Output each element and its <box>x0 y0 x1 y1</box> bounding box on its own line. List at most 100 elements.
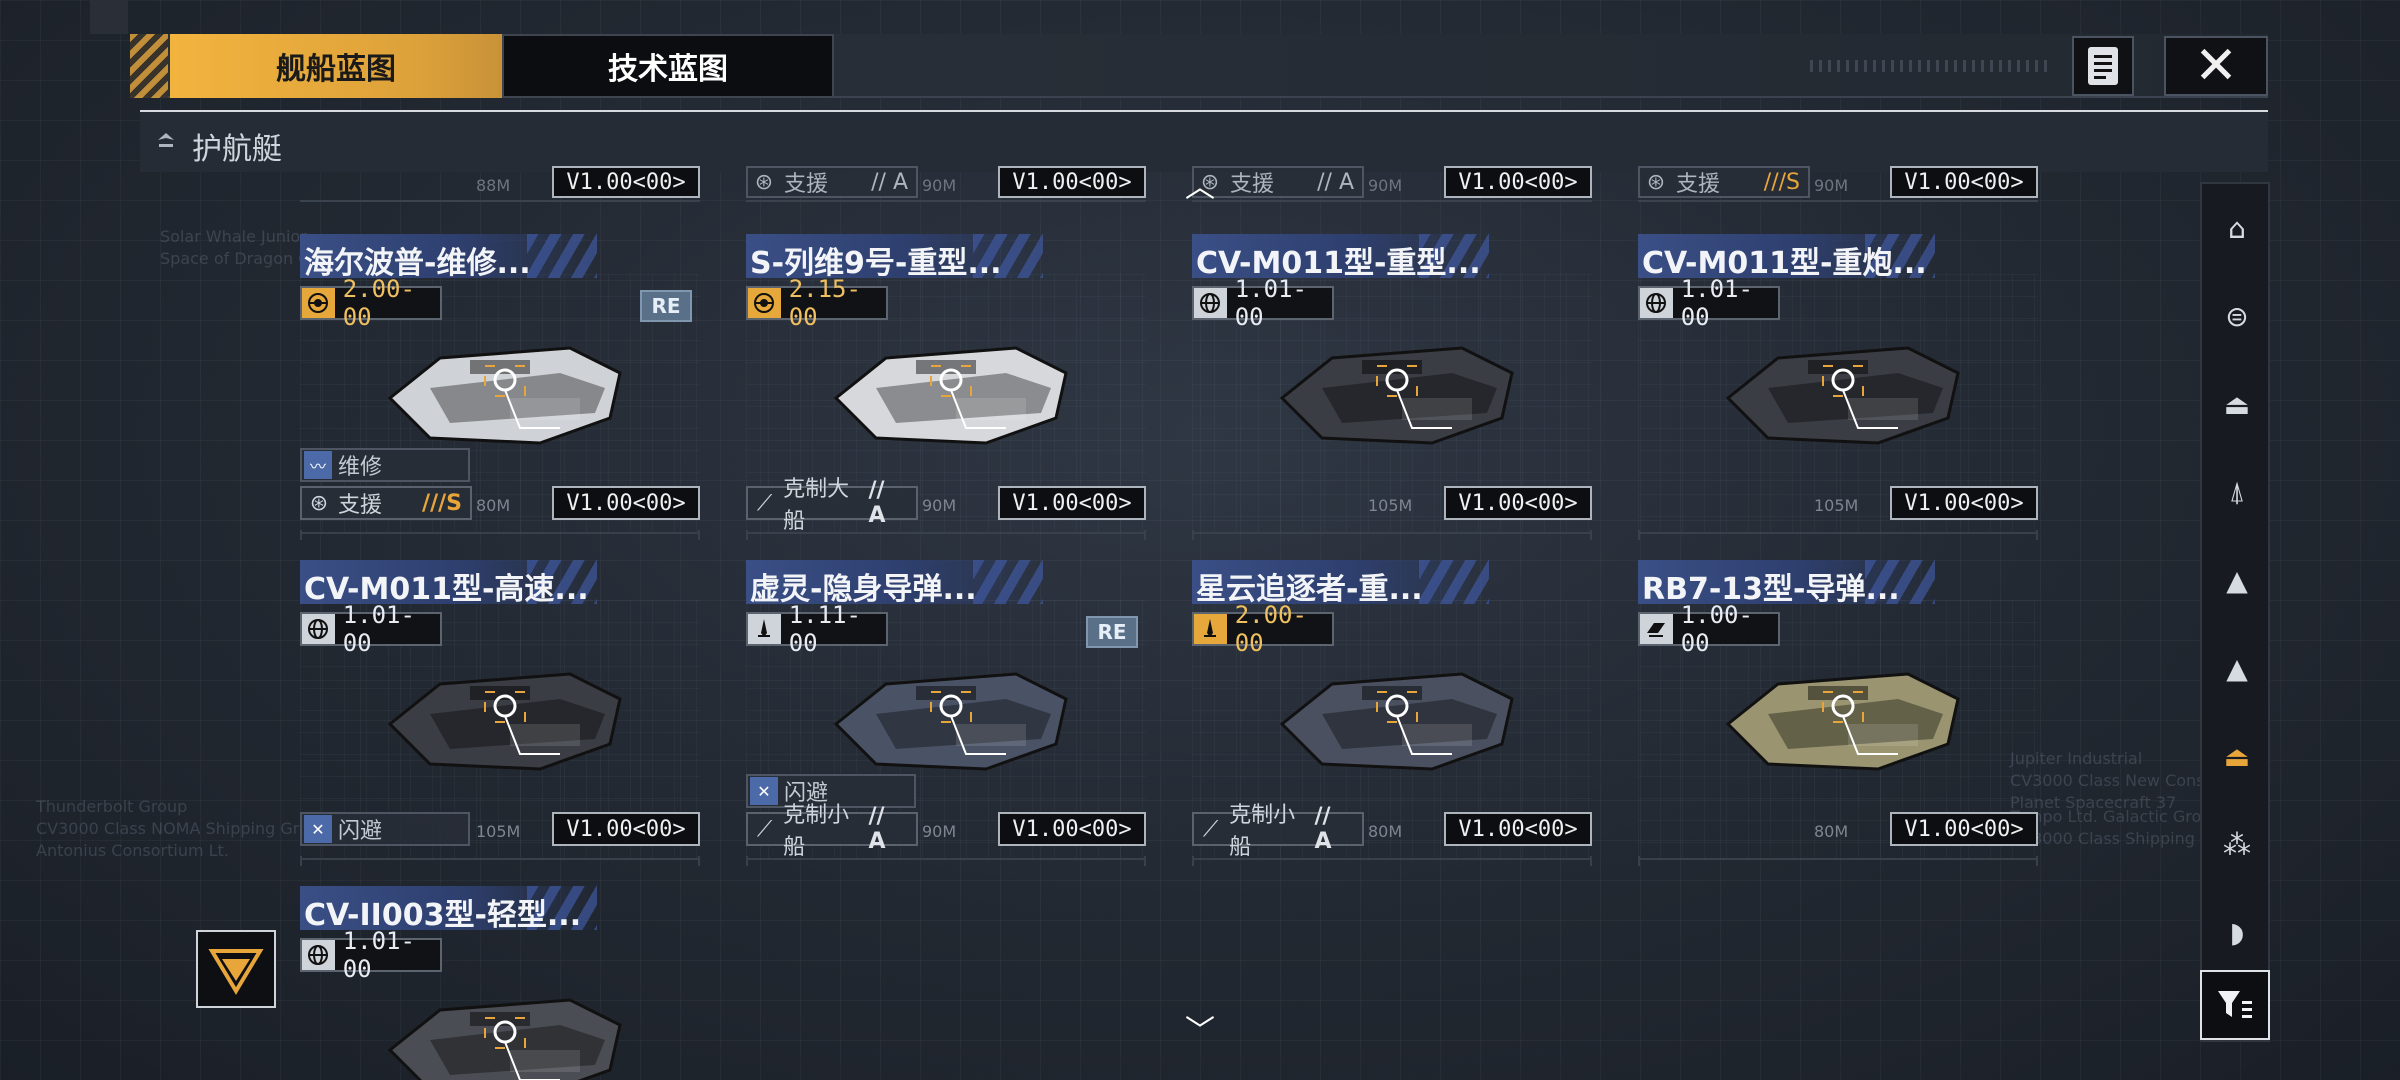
ship-length: 90M <box>922 496 957 515</box>
globe-gear-icon <box>748 288 781 318</box>
ship-name: 虚灵-隐身导弹... <box>750 572 977 607</box>
ship-length: 105M <box>476 822 521 841</box>
section-title: 护航艇 <box>192 132 282 167</box>
re-badge: RE <box>1086 616 1138 648</box>
deploy-cost: 2.00-00 <box>1192 601 1334 657</box>
corvette-icon[interactable]: ▲ <box>2215 558 2259 602</box>
decorative-ticks <box>1810 60 2050 72</box>
special-tag: ✕ 闪避 <box>300 812 470 846</box>
ship-model-image[interactable] <box>370 970 640 1080</box>
evade-icon: ✕ <box>304 815 332 843</box>
role-grade: // A <box>1314 804 1332 854</box>
top-bar: 舰船蓝图 技术蓝图 ✕ <box>130 34 2268 98</box>
ship-card[interactable]: S-列维9号-重型... 2.15-00 ⟋ 克制大船 // A 90M V1.0… <box>746 234 1146 540</box>
section-header: 护航艇 <box>140 110 2268 172</box>
filter-button[interactable] <box>2200 970 2270 1040</box>
role-grade: // A <box>871 169 908 195</box>
version-label: V1.00<00> <box>1890 166 2038 198</box>
ship-name: 海尔波普-维修... <box>304 246 531 281</box>
counter-large-icon: ⟋ <box>756 490 773 516</box>
ship-model-image[interactable] <box>370 644 640 794</box>
escort-icon <box>158 133 174 147</box>
scroll-up-icon[interactable]: ︿ <box>1182 173 1218 203</box>
deco-text: Thunderbolt Group CV3000 Class NOMA Ship… <box>36 797 329 860</box>
deploy-cost: 1.11-00 <box>746 601 888 657</box>
corner-mark <box>90 0 128 34</box>
version-label: V1.00<00> <box>552 166 700 198</box>
ship-model-image[interactable] <box>370 318 640 468</box>
tab-tech-blueprint[interactable]: 技术蓝图 <box>502 34 834 98</box>
escort-active-icon[interactable]: ⏏ <box>2215 734 2259 778</box>
ship-card[interactable]: RB7-13型-导弹... 1.00-00 80M V1.00<00> <box>1638 560 2038 866</box>
version-label: V1.00<00> <box>552 486 700 520</box>
triangle-emblem-icon <box>208 949 264 995</box>
version-label: V1.00<00> <box>1890 486 2038 520</box>
document-icon <box>2088 47 2118 85</box>
ship-model-image[interactable] <box>816 644 1086 794</box>
role-grade: ///S <box>1763 169 1800 195</box>
globe-icon <box>1640 288 1673 318</box>
ship-name: RB7-13型-导弹... <box>1642 572 1900 607</box>
ship-length: 90M <box>922 822 957 841</box>
ship-card[interactable]: CV-M011型-重炮... 1.01-00 105M V1.00<00> <box>1638 234 2038 540</box>
ship-card[interactable]: CV-M011型-高速... 1.01-00 ✕ 闪避 105M V1.00<00… <box>300 560 700 866</box>
ship-model-image[interactable] <box>1708 644 1978 794</box>
globe-icon <box>302 940 335 970</box>
fighter-group-icon[interactable]: ⁂ <box>2215 822 2259 866</box>
version-label: V1.00<00> <box>1444 486 1592 520</box>
ship-card[interactable]: CV-II003型-轻型... 1.01-00 <box>300 886 700 1080</box>
ship-name: CV-M011型-高速... <box>304 572 589 607</box>
version-label: V1.00<00> <box>1444 812 1592 846</box>
version-label: V1.00<00> <box>998 166 1146 198</box>
version-label: V1.00<00> <box>552 812 700 846</box>
role-grade: // A <box>868 478 886 528</box>
special-tag: 〰 维修 <box>300 448 470 482</box>
scroll-down-icon[interactable]: ﹀ <box>1182 1017 1218 1047</box>
hazard-stripe <box>130 34 168 98</box>
deploy-cost: 1.01-00 <box>1638 275 1780 331</box>
role-tag: ⊛ 支援 ///S <box>300 486 472 520</box>
role-label: 支援 <box>1676 172 1721 197</box>
support-icon: ⊛ <box>1646 169 1666 195</box>
faction-badge-button[interactable] <box>196 930 276 1008</box>
close-button[interactable]: ✕ <box>2164 36 2268 96</box>
counter-small-icon: ⟋ <box>756 816 773 842</box>
destroyer-icon[interactable]: ⏏ <box>2215 382 2259 426</box>
ship-model-image[interactable] <box>1708 318 1978 468</box>
ship-length: 88M <box>476 176 511 195</box>
deploy-cost: 2.15-00 <box>746 275 888 331</box>
ship-model-image[interactable] <box>1262 644 1532 794</box>
wing-icon <box>1640 614 1673 644</box>
version-label: V1.00<00> <box>998 486 1146 520</box>
ship-length: 105M <box>1814 496 1859 515</box>
role-grade: // A <box>1317 169 1354 195</box>
carrier-icon[interactable]: ⌂ <box>2215 206 2259 250</box>
dome-icon[interactable]: ◗ <box>2215 910 2259 954</box>
version-label: V1.00<00> <box>1890 812 2038 846</box>
notes-button[interactable] <box>2072 36 2134 96</box>
ship-length: 80M <box>1814 822 1849 841</box>
ship-card[interactable]: CV-M011型-重型... 1.01-00 105M V1.00<00> <box>1192 234 1592 540</box>
ship-card[interactable]: 虚灵-隐身导弹... 1.11-00 RE ✕ 闪避 ⟋ 克制小船 // A 9… <box>746 560 1146 866</box>
role-tag: ⟋ 克制小船 // A <box>746 803 918 860</box>
ship-type-filter-rail: ⌂ ⊜ ⏏ ⍋ ▲ ▲ ⏏ ⁂ ◗ <box>2200 182 2270 1042</box>
role-grade: ///S <box>422 490 462 516</box>
tab-ship-blueprint[interactable]: 舰船蓝图 <box>170 34 502 98</box>
ship-model-image[interactable] <box>816 318 1086 468</box>
cruiser-icon[interactable]: ⊜ <box>2215 294 2259 338</box>
deploy-cost: 1.01-00 <box>300 927 442 983</box>
partial-card-footer: ⊛ 支援 // A 90M V1.00<00> <box>746 166 1146 202</box>
support-icon: ⊛ <box>309 490 329 516</box>
escort-icon[interactable]: ▲ <box>2215 646 2259 690</box>
support-icon: ⊛ <box>754 169 774 195</box>
frigate-icon[interactable]: ⍋ <box>2215 470 2259 514</box>
repair-icon: 〰 <box>304 451 332 479</box>
ship-model-image[interactable] <box>1262 318 1532 468</box>
ship-name: CV-M011型-重型... <box>1196 246 1481 281</box>
ship-card[interactable]: 海尔波普-维修... 2.00-00 RE 〰 维修 ⊛ 支援 ///S 80M… <box>300 234 700 540</box>
ship-length: 90M <box>922 176 957 195</box>
ship-name: CV-M011型-重炮... <box>1642 246 1927 281</box>
ship-card[interactable]: 星云追逐者-重... 2.00-00 ⟋ 克制小船 // A 80M V1.00<… <box>1192 560 1592 866</box>
ship-length: 105M <box>1368 496 1413 515</box>
version-label: V1.00<00> <box>1444 166 1592 198</box>
